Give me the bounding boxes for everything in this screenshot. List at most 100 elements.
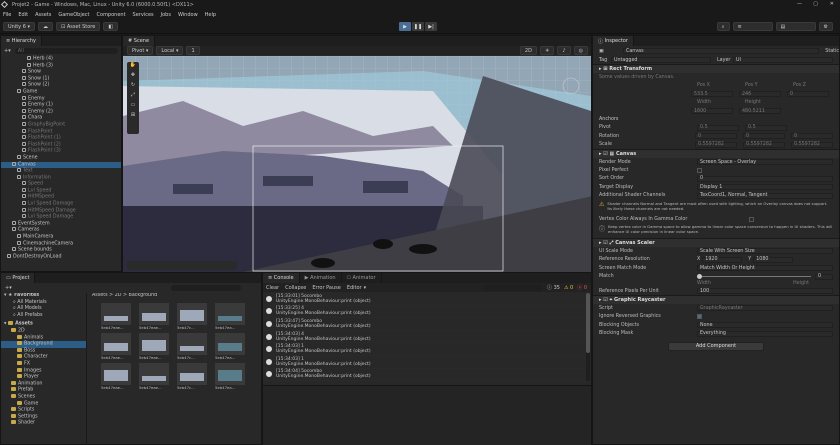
hierarchy-item-maincamera[interactable]: MainCamera [1,234,121,241]
tab-scene[interactable]: # Scene [123,36,156,46]
favorite-all-prefabs[interactable]: ⌕ All Prefabs [1,313,86,320]
ref-res-x-field[interactable]: 1920 [702,256,743,263]
tab-console[interactable]: ≡ Console [263,273,300,283]
clear-button[interactable]: Clear [266,285,279,291]
assets-header[interactable]: ▾ Assets [1,321,86,328]
asset-thumbnail[interactable]: 5eb47c... [177,362,211,390]
raycaster-header[interactable]: ▸ ☑ ⌖ Graphic Raycaster [593,295,839,305]
hierarchy-item-snow-1[interactable]: Snow (1) [1,75,121,83]
add-icon[interactable]: +▾ [4,48,11,54]
hierarchy-item-herb-3[interactable]: Herb (3) [1,62,121,70]
hierarchy-item-canvas[interactable]: Canvas [1,161,121,169]
project-search-input[interactable] [171,284,241,291]
folder-player[interactable]: Player [1,374,86,381]
render-mode-dropdown[interactable]: Screen Space - Overlay [697,159,833,166]
console-entry[interactable]: [15:34:03] 1 UnityEngine.MonoBehaviour:pr… [263,343,587,356]
height-field[interactable]: 480.5211 [739,108,781,115]
minimize-button[interactable]: — [797,1,802,7]
folder-shader[interactable]: Shader [1,420,86,427]
hierarchy-item-snow-2[interactable]: Snow (2) [1,82,121,89]
blocking-objects-dropdown[interactable]: None [697,322,833,329]
tab-animator[interactable]: ⎔ Animator [341,273,382,283]
menu-gameobject[interactable]: GameObject [58,12,89,18]
folder-images[interactable]: Images [1,367,86,375]
hierarchy-item-cameras[interactable]: Cameras [1,227,121,234]
asset-thumbnail[interactable]: 5eb47eae... [101,302,135,330]
asset-thumbnail[interactable]: 5eb47eae... [139,332,173,360]
console-scrollbar[interactable] [586,293,590,381]
folder-background[interactable]: Background [1,341,86,348]
ignore-reversed-checkbox[interactable] [697,314,702,320]
hierarchy-item-flashpoint-1[interactable]: FlashPoint (1) [1,135,121,142]
grid-snap-field[interactable]: 1 [186,46,200,55]
folder-fx[interactable]: FX [1,360,86,368]
match-slider-thumb[interactable] [697,274,702,280]
pos-z-field[interactable]: 0 [787,91,829,98]
close-button[interactable]: ✕ [830,1,834,7]
tab-hierarchy[interactable]: ≡ Hierarchy [1,36,42,46]
hierarchy-item-flashpoint-3[interactable]: FlashPoint (3) [1,148,121,155]
asset-thumbnail[interactable]: 5eb47ea... [215,332,249,360]
packages-button[interactable]: ◧ [103,22,119,31]
hierarchy-item-information[interactable]: Information [1,174,121,182]
blocking-mask-dropdown[interactable]: Everything [697,330,833,337]
layout-button[interactable]: ▤ [775,22,816,31]
folder-2d[interactable]: 2D [1,327,86,335]
hierarchy-item-lvl-speed[interactable]: Lvl Speed [1,187,121,195]
log-count-info[interactable]: ⓘ 35 [547,284,560,291]
asset-thumbnail[interactable]: 5eb47c... [177,332,211,360]
favorite-all-models[interactable]: ⌕ All Models [1,306,86,313]
pos-y-field[interactable]: 246 [739,91,781,98]
asset-thumbnail[interactable]: 5eb47eae... [101,362,135,390]
lighting-toggle[interactable]: ☀ [539,46,555,55]
menu-assets[interactable]: Assets [35,12,51,18]
local-dropdown[interactable]: Local ▾ [156,46,184,55]
breadcrumb-assets[interactable]: Assets [92,293,108,298]
menu-file[interactable]: File [3,12,11,18]
breadcrumb-background[interactable]: Background [129,293,158,298]
asset-thumbnail[interactable]: 5eb47eae... [101,332,135,360]
settings-button[interactable]: ⚙ [818,22,833,31]
rot-z-field[interactable]: 0 [791,133,833,140]
menu-help[interactable]: Help [205,12,216,18]
tab-project[interactable]: ▭ Project [1,273,36,283]
pivot-dropdown[interactable]: Pivot ▾ [127,46,154,55]
mode-2d-toggle[interactable]: 2D [519,46,537,55]
console-entry[interactable]: [15:34:03] 1 UnityEngine.MonoBehaviour:pr… [263,356,587,369]
match-slider[interactable] [697,274,811,280]
asset-thumbnail[interactable]: 5eb47ea... [215,362,249,390]
hierarchy-item-enemy-2[interactable]: Enemy (2) [1,108,121,116]
rot-x-field[interactable]: 0 [695,133,737,140]
match-mode-dropdown[interactable]: Match Width Or Height [697,265,833,272]
pivot-x-field[interactable]: 0.5 [697,124,739,131]
pos-x-field[interactable]: 533.5 [691,91,733,98]
project-add-icon[interactable]: +▾ [5,285,12,291]
asset-thumbnail[interactable]: 5eb47c... [177,302,211,330]
scale-y-field[interactable]: 0.5597282 [743,141,785,148]
folder-animals[interactable]: Animals [1,334,86,342]
scale-x-field[interactable]: 0.5597282 [695,141,737,148]
folder-game[interactable]: Game [1,400,86,408]
step-button[interactable]: ▶| [425,22,437,31]
console-entry[interactable]: [15:34:04] 5ocombo UnityEngine.MonoBehavi… [263,369,587,382]
canvas-header[interactable]: ▸ ☑ ▦ Canvas [593,148,839,158]
folder-settings[interactable]: Settings [1,413,86,421]
folder-scenes[interactable]: Scenes [1,393,86,401]
shader-channels-dropdown[interactable]: TexCoord1, Normal, Tangent [697,192,833,199]
log-count-warning[interactable]: ⚠ 0 [564,285,573,291]
hierarchy-item-game[interactable]: Game [1,88,121,96]
hierarchy-item-flashpoint-2[interactable]: FlashPoint (2) [1,141,121,149]
hierarchy-item-cinemachinecamera[interactable]: CinemachineCamera [1,240,121,248]
pivot-y-field[interactable]: 0.5 [745,124,787,131]
breadcrumb-2d[interactable]: 2D [115,293,122,298]
hierarchy-item-enemy-1[interactable]: Enemy (1) [1,102,121,109]
hierarchy-search-input[interactable]: All [14,47,118,54]
hierarchy-item-hitmspeed-damage[interactable]: HitMSpeed Damage [1,207,121,215]
maximize-button[interactable]: ▢ [813,1,818,7]
add-component-button[interactable]: Add Component [668,341,764,351]
view-tool-icon[interactable]: ✋ [127,62,139,72]
collapse-button[interactable]: Collapse [285,285,306,291]
hierarchy-item-chara[interactable]: Chara [1,115,121,122]
vertex-gamma-checkbox[interactable] [749,216,754,222]
account-button[interactable]: Unity 6 ▾ [3,22,36,31]
